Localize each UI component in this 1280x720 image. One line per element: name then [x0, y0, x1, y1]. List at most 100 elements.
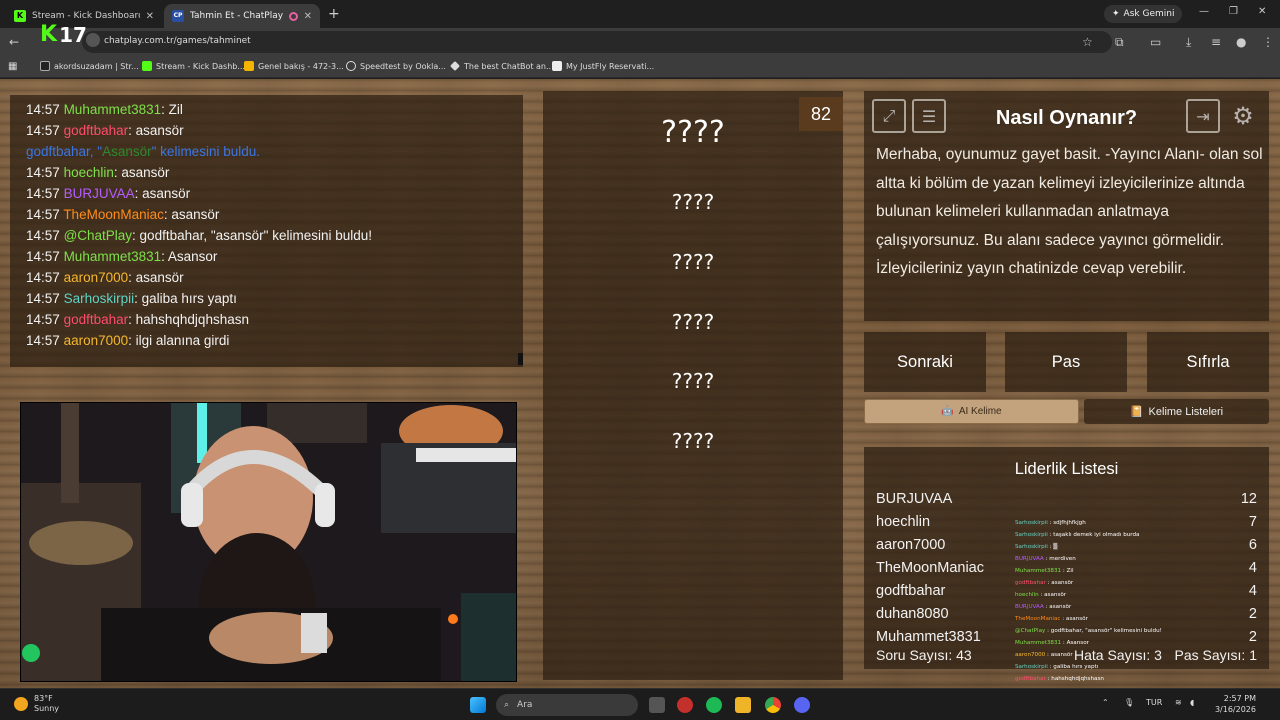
message-text: : Zil: [161, 102, 183, 117]
justfly-icon: [552, 61, 562, 71]
message-username[interactable]: godftbahar: [64, 312, 129, 327]
overlay-username: godftbahar: [1015, 676, 1046, 682]
stream-overlay-chat: Sarhoskirpii : sdjfhjhfkjgh Sarhoskirpii …: [1015, 517, 1180, 688]
overlay-username: Muhammet3831: [1015, 568, 1062, 574]
browser-tab-strip: K Stream - Kick Dashboard ✕ CP Tahmin Et…: [0, 0, 1280, 28]
message-username[interactable]: @ChatPlay: [64, 228, 132, 243]
kick-viewer-count: 17: [59, 22, 87, 47]
settings-gear-icon[interactable]: ⚙: [1226, 99, 1260, 133]
bookmark-item[interactable]: akordsuzadam | Str...: [40, 61, 139, 71]
app-icon[interactable]: [677, 697, 693, 713]
ask-gemini-button[interactable]: ✦ Ask Gemini: [1104, 5, 1183, 23]
notice-prefix: godftbahar, ": [26, 144, 103, 159]
player-name: aaron7000: [876, 537, 946, 553]
wifi-icon[interactable]: ≋: [1175, 698, 1182, 707]
player-name: duhan8080: [876, 606, 949, 622]
tab-word-lists-label: Kelime Listeleri: [1148, 405, 1224, 418]
file-explorer-icon[interactable]: [735, 697, 751, 713]
close-tab-icon[interactable]: ✕: [304, 11, 312, 22]
chrome-icon[interactable]: [765, 697, 781, 713]
chat-message: 14:57 godftbahar: asansör: [26, 120, 523, 141]
bookmark-item[interactable]: Speedtest by Ookla...: [346, 61, 446, 71]
media-control-icon[interactable]: ≡: [1211, 35, 1221, 49]
overlay-username: BURJUVAA: [1015, 604, 1044, 610]
bookmarks-bar: ▦ akordsuzadam | Str... Stream - Kick Da…: [0, 56, 1280, 78]
message-username[interactable]: BURJUVAA: [64, 186, 135, 201]
message-username[interactable]: aaron7000: [64, 270, 129, 285]
message-username[interactable]: TheMoonManiac: [63, 207, 164, 222]
overlay-text: : ▒: [1047, 544, 1058, 550]
bookmark-item[interactable]: The best ChatBot an...: [450, 61, 554, 71]
bookmark-item[interactable]: Stream - Kick Dashb...: [142, 61, 245, 71]
download-icon[interactable]: ⤓: [1186, 35, 1191, 50]
robot-icon: 🤖: [941, 406, 954, 417]
system-clock[interactable]: 2:57 PM 3/16/2026: [1200, 693, 1256, 715]
discord-icon[interactable]: [794, 697, 810, 713]
site-info-icon[interactable]: [86, 33, 100, 47]
player-name: TheMoonManiac: [876, 560, 984, 576]
speedtest-icon: [346, 61, 356, 71]
next-button[interactable]: Sonraki: [864, 332, 986, 392]
message-username[interactable]: Sarhoskirpii: [64, 291, 135, 306]
message-time: 14:57: [26, 102, 60, 117]
chat-message: 14:57 aaron7000: ilgi alanına girdi: [26, 330, 523, 351]
message-username[interactable]: hoechlin: [64, 165, 114, 180]
bookmark-star-icon[interactable]: ☆: [1082, 35, 1093, 49]
tab-word-lists[interactable]: 📔 Kelime Listeleri: [1084, 399, 1269, 424]
tab-title: Stream - Kick Dashboard: [32, 11, 140, 21]
volume-icon[interactable]: ◖: [1190, 698, 1194, 707]
restore-icon[interactable]: ❐: [1229, 6, 1238, 17]
chat-message: 14:57 Muhammet3831: Zil: [26, 99, 523, 120]
windows-start-icon[interactable]: [470, 697, 486, 713]
message-text: : Asansor: [161, 249, 218, 264]
tab-ai-word[interactable]: 🤖 AI Kelime: [864, 399, 1079, 424]
close-tab-icon[interactable]: ✕: [146, 11, 154, 22]
message-username[interactable]: Muhammet3831: [64, 249, 162, 264]
chrome-menu-icon[interactable]: ⋮: [1262, 35, 1274, 49]
microphone-icon[interactable]: 🎙: [1124, 698, 1134, 707]
bookmark-item[interactable]: My JustFly Reservati...: [552, 61, 654, 71]
tab-chatplay[interactable]: CP Tahmin Et - ChatPlay ✕: [164, 4, 320, 28]
new-tab-icon[interactable]: +: [328, 6, 340, 22]
extensions-icon[interactable]: ⧉: [1115, 35, 1124, 50]
weather-condition: Sunny: [34, 704, 60, 713]
reset-button[interactable]: Sıfırla: [1147, 332, 1269, 392]
back-icon[interactable]: ←: [9, 35, 19, 49]
scrollbar[interactable]: [518, 353, 523, 365]
search-placeholder: Ara: [517, 700, 533, 710]
overlay-chat-line: BURJUVAA : merdiven: [1015, 553, 1180, 565]
gemini-sparkle-icon: ✦: [1112, 9, 1120, 19]
cast-icon[interactable]: ▭: [1150, 35, 1161, 49]
close-window-icon[interactable]: ✕: [1258, 6, 1266, 17]
apps-grid-icon[interactable]: ▦: [8, 61, 17, 72]
temperature: 83°F: [34, 694, 53, 703]
task-view-icon[interactable]: [649, 697, 665, 713]
forbidden-word: ????: [671, 190, 715, 214]
clock-date: 3/16/2026: [1214, 705, 1256, 714]
overlay-text: : taşaklı demek iyi olmadı burda: [1047, 532, 1140, 538]
bookmark-item[interactable]: Genel bakış - 472-3...: [244, 61, 344, 71]
overlay-username: aaron7000: [1015, 652, 1046, 658]
message-username[interactable]: godftbahar: [64, 123, 129, 138]
overlay-text: : asansör: [1060, 616, 1088, 622]
message-time: 14:57: [26, 312, 60, 327]
overlay-text: : asansör: [1038, 592, 1067, 598]
overlay-chat-line: TheMoonManiac : asansör: [1015, 613, 1180, 625]
message-username[interactable]: aaron7000: [64, 333, 129, 348]
taskbar-search[interactable]: ⌕ Ara: [496, 694, 638, 716]
overlay-username: Sarhoskirpii: [1015, 532, 1048, 538]
minimize-icon[interactable]: —: [1199, 6, 1209, 17]
bookmark-label: Speedtest by Ookla...: [360, 61, 446, 71]
profile-avatar-icon[interactable]: ●: [1236, 35, 1246, 49]
logout-icon[interactable]: ⇥: [1186, 99, 1220, 133]
how-to-play-text: Merhaba, oyunumuz gayet basit. -Yayıncı …: [876, 146, 1263, 277]
message-username[interactable]: Muhammet3831: [64, 102, 162, 117]
url-text[interactable]: chatplay.com.tr/games/tahminet: [104, 36, 251, 46]
language-indicator[interactable]: TUR: [1146, 698, 1162, 707]
overlay-username: @ChatPlay: [1015, 628, 1046, 634]
question-count: Soru Sayısı: 43: [876, 647, 972, 663]
pass-button[interactable]: Pas: [1005, 332, 1127, 392]
tray-chevron-icon[interactable]: ⌃: [1102, 698, 1109, 707]
kick-icon: [142, 61, 152, 71]
spotify-icon[interactable]: [706, 697, 722, 713]
